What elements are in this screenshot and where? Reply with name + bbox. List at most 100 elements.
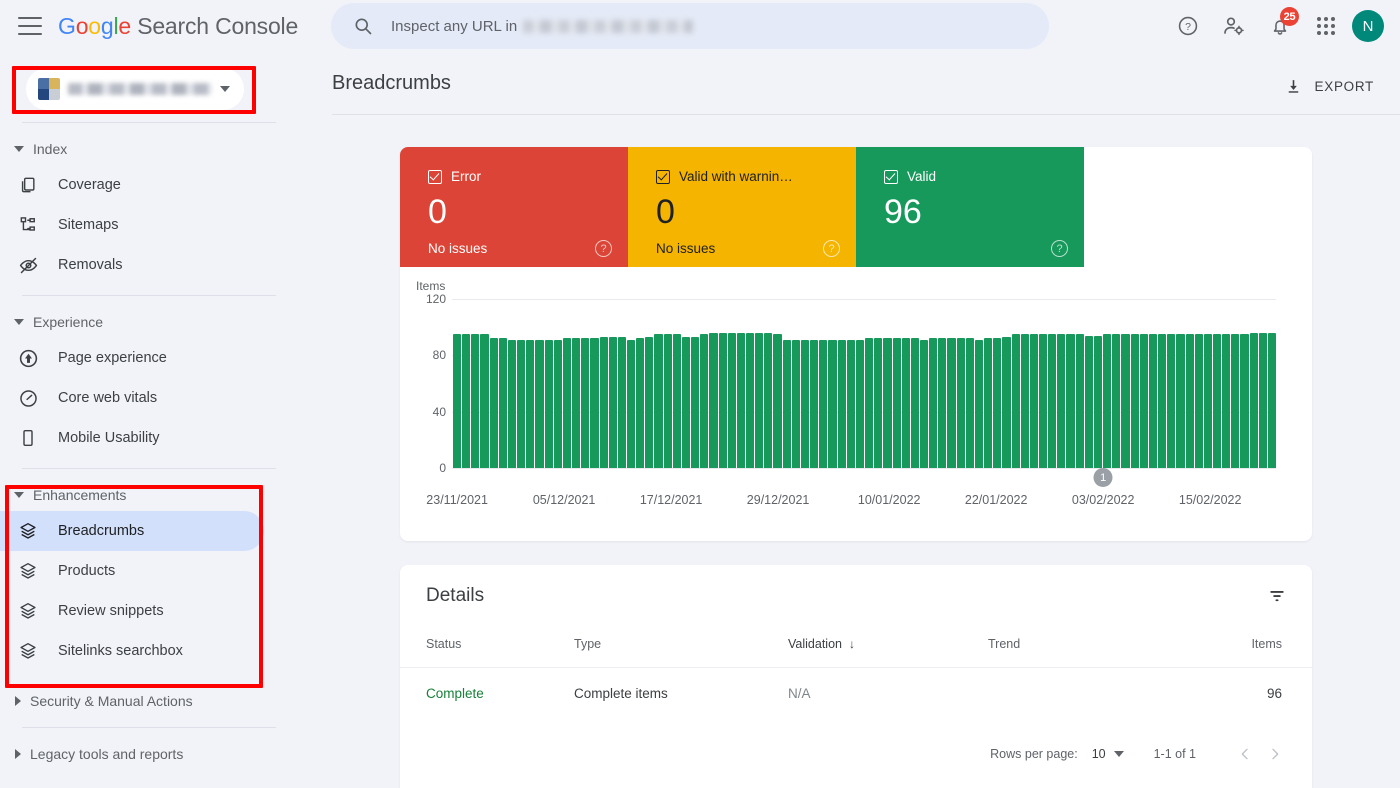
chart-bar[interactable] [507, 339, 517, 468]
nav-group-security-manual-actions[interactable]: Security & Manual Actions [0, 685, 300, 717]
chart-bar[interactable] [874, 338, 883, 468]
chart-bar[interactable] [1212, 334, 1222, 468]
chart-bar[interactable] [910, 338, 919, 468]
chart-bar[interactable] [462, 334, 471, 468]
apps-grid-icon[interactable] [1306, 6, 1346, 46]
chart-bar[interactable] [718, 332, 727, 468]
help-circle-icon[interactable]: ? [595, 240, 612, 257]
chart-bar[interactable] [865, 338, 874, 468]
chart-bar[interactable] [1002, 337, 1011, 468]
notifications-bell-icon[interactable]: 25 [1260, 6, 1300, 46]
chart-bar[interactable] [700, 334, 709, 468]
search-input[interactable]: Inspect any URL in [331, 3, 1049, 49]
nav-group-index[interactable]: Index [0, 133, 300, 165]
chart-bar[interactable] [517, 339, 526, 468]
chart-bar[interactable] [1249, 332, 1258, 468]
chart-bar[interactable] [562, 338, 572, 468]
chart-bar[interactable] [1258, 332, 1267, 468]
chart-bar[interactable] [1185, 334, 1194, 468]
sidebar-item-coverage[interactable]: Coverage [0, 165, 264, 205]
chart-bar[interactable] [626, 339, 636, 468]
chart-bar[interactable] [489, 338, 498, 468]
chart-bar[interactable] [480, 334, 489, 468]
chart-bar[interactable] [1057, 334, 1066, 468]
sidebar-item-sitemaps[interactable]: Sitemaps [0, 205, 264, 245]
chart-bar[interactable] [1011, 334, 1020, 468]
chart-bar[interactable] [846, 339, 855, 468]
property-selector[interactable] [26, 68, 244, 110]
sidebar-item-page-experience[interactable]: Page experience [0, 338, 264, 378]
chart-bar[interactable] [746, 332, 755, 468]
chart-bar[interactable] [947, 338, 956, 468]
chart-bar[interactable] [855, 339, 865, 468]
sidebar-item-breadcrumbs[interactable]: Breadcrumbs [0, 511, 264, 551]
column-header-trend[interactable]: Trend [988, 627, 1188, 668]
chart-bar[interactable] [654, 334, 663, 468]
chart-bar[interactable] [1130, 334, 1139, 468]
chart-bar[interactable] [553, 339, 562, 468]
chart-bar[interactable] [727, 332, 736, 468]
chart-bar[interactable] [929, 338, 938, 468]
table-row[interactable]: Complete Complete items N/A 96 [400, 667, 1312, 719]
chart-bar[interactable] [471, 334, 480, 468]
chart-bar[interactable] [1194, 334, 1203, 468]
chart-bar[interactable] [590, 338, 599, 468]
chart-bar[interactable] [608, 337, 617, 468]
chart-bar[interactable] [956, 338, 965, 468]
help-circle-icon[interactable]: ? [1051, 240, 1068, 257]
column-header-items[interactable]: Items [1188, 627, 1312, 668]
chart-bar[interactable] [572, 338, 581, 468]
chart-bar[interactable] [901, 338, 910, 468]
chart-bar[interactable] [764, 332, 773, 468]
chart-bar[interactable] [1020, 334, 1029, 468]
account-settings-icon[interactable] [1214, 6, 1254, 46]
next-page-button[interactable] [1260, 739, 1290, 769]
chart-annotation-marker[interactable]: 1 [1093, 468, 1113, 487]
chart-bar[interactable] [1167, 334, 1176, 468]
chart-bar[interactable] [1093, 335, 1103, 468]
chart-bar[interactable] [773, 334, 782, 468]
nav-group-experience[interactable]: Experience [0, 306, 300, 338]
chart-bar[interactable] [672, 334, 681, 468]
chart-bar[interactable] [453, 334, 462, 468]
sidebar-item-core-web-vitals[interactable]: Core web vitals [0, 378, 264, 418]
sidebar-item-products[interactable]: Products [0, 551, 264, 591]
chart-bar[interactable] [1148, 334, 1158, 468]
chart-bar[interactable] [938, 338, 947, 468]
sidebar-item-mobile-usability[interactable]: Mobile Usability [0, 418, 264, 458]
chart-bar[interactable] [828, 339, 837, 468]
chart-bar[interactable] [1240, 334, 1249, 468]
chart-bar[interactable] [791, 339, 800, 468]
chart-plot-area[interactable] [453, 299, 1277, 468]
filter-icon[interactable] [1262, 581, 1292, 611]
chart-bar[interactable] [1103, 334, 1112, 468]
chart-bar[interactable] [544, 339, 553, 468]
chart-bar[interactable] [1121, 334, 1130, 468]
sidebar-item-sitelinks-searchbox[interactable]: Sitelinks searchbox [0, 631, 264, 671]
export-button[interactable]: EXPORT [1274, 68, 1384, 104]
help-circle-icon[interactable]: ? [823, 240, 840, 257]
chart-bar[interactable] [974, 339, 984, 468]
status-card-valid[interactable]: Valid 96 ? [856, 147, 1084, 267]
nav-group-enhancements[interactable]: Enhancements [0, 479, 300, 511]
chart-bar[interactable] [736, 332, 745, 468]
chart-bar[interactable] [1048, 334, 1057, 468]
chart-bar[interactable] [1039, 334, 1048, 468]
chart-bar[interactable] [800, 339, 810, 468]
chart-bar[interactable] [965, 338, 974, 468]
chart-bar[interactable] [837, 339, 846, 468]
chart-bar[interactable] [636, 338, 645, 468]
rows-per-page-value[interactable]: 10 [1092, 747, 1106, 761]
cell-status[interactable]: Complete [426, 686, 484, 701]
chart-bar[interactable] [1158, 334, 1167, 468]
chart-bar[interactable] [892, 338, 901, 468]
chart-bar[interactable] [883, 338, 892, 468]
help-icon[interactable]: ? [1168, 6, 1208, 46]
column-header-status[interactable]: Status [400, 627, 574, 668]
chart-bar[interactable] [681, 337, 691, 468]
chart-bar[interactable] [755, 332, 764, 468]
chart-bar[interactable] [782, 339, 791, 468]
chart-bar[interactable] [1267, 332, 1277, 468]
chart-bar[interactable] [919, 339, 929, 468]
sidebar-item-review-snippets[interactable]: Review snippets [0, 591, 264, 631]
